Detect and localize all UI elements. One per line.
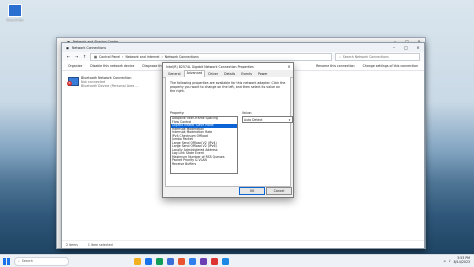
office-icon[interactable] bbox=[178, 257, 185, 265]
chevron-down-icon: ▾ bbox=[288, 117, 291, 122]
file-explorer-icon[interactable] bbox=[134, 257, 141, 265]
breadcrumb-item[interactable]: Network and Internet bbox=[125, 55, 159, 59]
bluetooth-network-icon: × bbox=[67, 76, 79, 86]
organize-button[interactable]: Organize bbox=[68, 64, 82, 68]
value-label: Value: bbox=[242, 111, 252, 115]
taskbar: ⌕ Search ⌂ ♪ 3:53 PM 8/14/2023 bbox=[0, 254, 474, 267]
breadcrumb-item[interactable]: Network Connections bbox=[165, 55, 199, 59]
windows-start-icon[interactable] bbox=[3, 257, 10, 265]
minimize-button[interactable]: – bbox=[388, 43, 400, 52]
value-dropdown[interactable]: Auto Detect ▾ bbox=[242, 116, 293, 123]
address-bar[interactable]: ▦ Control Panel › Network and Internet › N… bbox=[90, 52, 332, 61]
chrome-icon[interactable] bbox=[156, 257, 163, 265]
recycle-bin-label: Recycle Bin bbox=[6, 18, 24, 22]
window-title: Network Connections bbox=[72, 45, 107, 50]
network-tray-icon[interactable]: ⌂ bbox=[444, 259, 446, 263]
network-icon: ▣ bbox=[66, 45, 70, 50]
mail-icon[interactable] bbox=[189, 257, 196, 265]
clock[interactable]: 3:53 PM 8/14/2023 bbox=[453, 256, 470, 265]
search-input[interactable]: ⌕ Search Network Connections bbox=[335, 52, 420, 61]
maximize-button[interactable]: □ bbox=[400, 43, 412, 52]
tab-advanced[interactable]: Advanced bbox=[183, 70, 206, 77]
control-panel-icon: ▦ bbox=[94, 54, 98, 59]
settings-icon[interactable] bbox=[222, 257, 229, 265]
system-tray: ⌂ ♪ 3:53 PM 8/14/2023 bbox=[444, 256, 474, 265]
forward-arrow-icon[interactable]: → bbox=[74, 54, 79, 59]
search-icon: ⌕ bbox=[339, 54, 341, 59]
search-icon: ⌕ bbox=[18, 259, 20, 263]
taskbar-apps bbox=[134, 257, 229, 265]
media-icon[interactable] bbox=[211, 257, 218, 265]
adapter-properties-dialog: Intel(R) 82574L Gigabit Network Connecti… bbox=[162, 62, 294, 198]
disable-device-button[interactable]: Disable this network device bbox=[90, 64, 134, 68]
clock-date: 8/14/2023 bbox=[453, 260, 470, 264]
recycle-bin-shortcut[interactable]: Recycle Bin bbox=[2, 2, 28, 22]
close-button[interactable]: × bbox=[412, 43, 424, 52]
cancel-button[interactable]: Cancel bbox=[266, 187, 292, 195]
teams-icon[interactable] bbox=[200, 257, 207, 265]
property-label: Property: bbox=[170, 111, 185, 115]
dialog-close-icon[interactable]: × bbox=[285, 64, 293, 69]
item-count: 2 items bbox=[66, 242, 78, 247]
property-list[interactable]: Adaptive Inter-Frame Spacing Flow Contro… bbox=[170, 116, 238, 174]
back-arrow-icon[interactable]: ← bbox=[66, 54, 71, 59]
connection-item-bluetooth[interactable]: × Bluetooth Network Connection Not conne… bbox=[67, 76, 139, 89]
up-arrow-icon[interactable]: ↑ bbox=[82, 54, 87, 59]
value-selected: Auto Detect bbox=[244, 117, 263, 122]
change-settings-button[interactable]: Change settings of this connection bbox=[363, 64, 418, 68]
connection-device: Bluetooth Device (Personal Area ... bbox=[81, 84, 139, 89]
advanced-panel: The following properties are available f… bbox=[165, 77, 293, 187]
rename-button[interactable]: Rename this connection bbox=[316, 64, 354, 68]
selection-count: 1 item selected bbox=[87, 242, 113, 247]
property-item[interactable]: Receive Buffers bbox=[171, 162, 237, 167]
dialog-titlebar[interactable]: Intel(R) 82574L Gigabit Network Connecti… bbox=[163, 63, 293, 70]
taskbar-search[interactable]: ⌕ Search bbox=[14, 256, 69, 266]
window-titlebar[interactable]: ▣ Network Connections – □ × bbox=[62, 43, 424, 52]
address-bar-row: ← → ↑ ▦ Control Panel › Network and Inter… bbox=[62, 52, 424, 61]
panel-description: The following properties are available f… bbox=[170, 81, 286, 93]
ok-button[interactable]: OK bbox=[239, 187, 265, 195]
breadcrumb-item[interactable]: Control Panel bbox=[99, 55, 120, 59]
store-icon[interactable] bbox=[167, 257, 174, 265]
edge-icon[interactable] bbox=[145, 257, 152, 265]
volume-icon[interactable]: ♪ bbox=[449, 259, 451, 263]
dialog-title: Intel(R) 82574L Gigabit Network Connecti… bbox=[166, 64, 254, 69]
status-bar: 2 items 1 item selected bbox=[62, 240, 424, 248]
recycle-bin-icon bbox=[8, 4, 22, 17]
